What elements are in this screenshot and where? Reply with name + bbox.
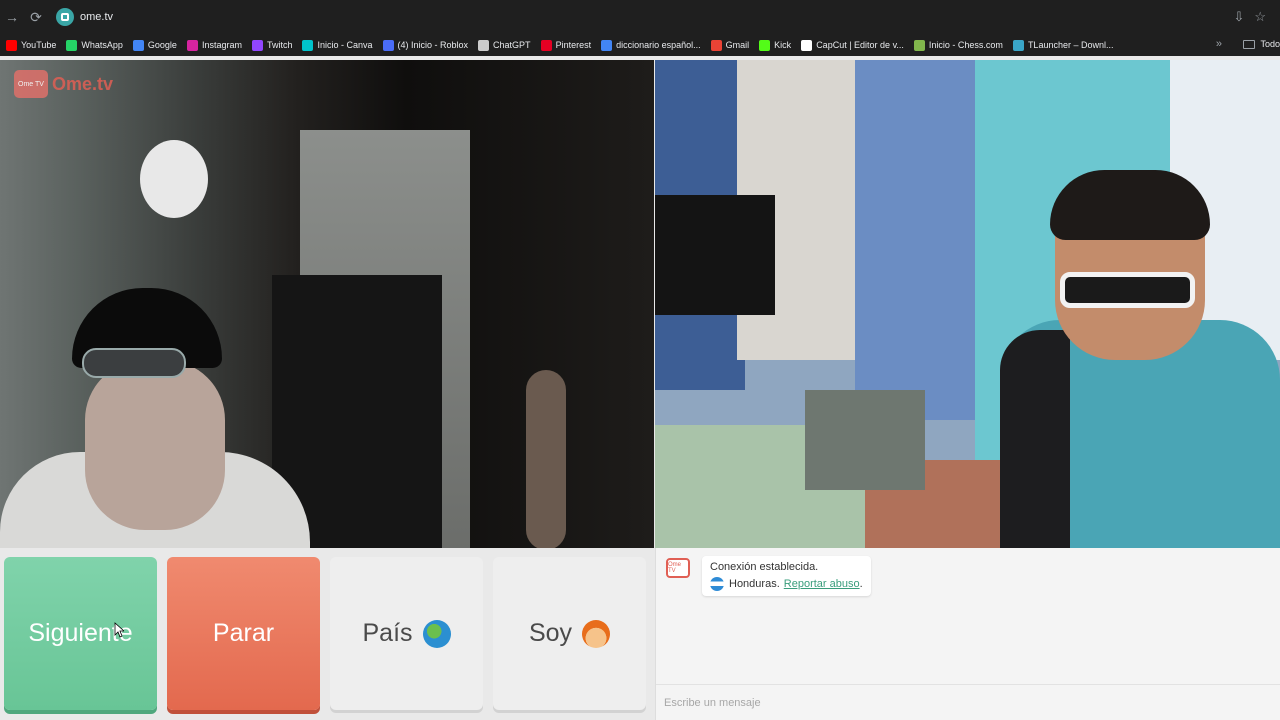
- url-text: ome.tv: [80, 11, 114, 23]
- bookmark-label: TLauncher – Downl...: [1027, 40, 1114, 50]
- bookmark-item[interactable]: Pinterest: [540, 39, 592, 51]
- bookmark-favicon-icon: [186, 39, 198, 51]
- bookmark-favicon-icon: [540, 39, 552, 51]
- honduras-flag-icon: [710, 577, 724, 591]
- gender-label: Soy: [528, 619, 573, 647]
- folder-icon: [1243, 39, 1256, 49]
- bookmark-label: (4) Inicio - Roblox: [397, 40, 469, 50]
- country-label: País: [362, 619, 413, 647]
- bookmark-label: Kick: [774, 40, 792, 50]
- bookmark-item[interactable]: Instagram: [186, 39, 242, 51]
- bookmark-label: Instagram: [201, 40, 242, 50]
- report-suffix: .: [859, 578, 863, 590]
- ome-tv-logo[interactable]: Ome TV Ome.tv: [14, 70, 113, 98]
- bookmark-item[interactable]: (4) Inicio - Roblox: [382, 39, 469, 51]
- browser-toolbar: → ⟳ ome.tv ⇩ ☆: [0, 0, 1280, 34]
- bookmark-item[interactable]: ChatGPT: [478, 39, 531, 51]
- address-bar[interactable]: ome.tv: [56, 4, 1233, 30]
- bookmark-label: Inicio - Canva: [317, 40, 373, 50]
- page: Ome TV Ome.tv Siguiente Parar País Soy O…: [0, 56, 1280, 720]
- more-bookmarks-icon[interactable]: »: [1216, 38, 1222, 50]
- forward-icon[interactable]: →: [0, 5, 24, 29]
- partner-country: Honduras.: [729, 578, 780, 590]
- stop-button[interactable]: Parar: [167, 557, 320, 710]
- mouse-pointer-icon: [114, 622, 124, 638]
- gender-button[interactable]: Soy: [493, 557, 646, 710]
- bookmark-item[interactable]: Inicio - Canva: [302, 39, 373, 51]
- bookmark-favicon-icon: [251, 39, 263, 51]
- bookmark-favicon-icon: [913, 39, 925, 51]
- bookmark-item[interactable]: YouTube: [6, 39, 57, 51]
- bookmark-favicon-icon: [66, 39, 78, 51]
- bookmark-item[interactable]: TLauncher – Downl...: [1012, 39, 1114, 51]
- bookmark-item[interactable]: Inicio - Chess.com: [913, 39, 1003, 51]
- bookmark-label: Inicio - Chess.com: [928, 40, 1003, 50]
- message-input[interactable]: [656, 684, 1280, 720]
- bookmarks-bar: YouTube WhatsApp Google Instagram Twitch Inic…: [0, 34, 1280, 56]
- bookmark-label: CapCut | Editor de v...: [816, 40, 904, 50]
- system-message: Conexión establecida. Honduras. Reportar…: [702, 556, 871, 596]
- bookmark-label: YouTube: [21, 40, 57, 50]
- remote-video: [655, 60, 1280, 548]
- bookmark-item[interactable]: Gmail: [710, 39, 750, 51]
- bookmark-favicon-icon: [382, 39, 394, 51]
- bookmark-favicon-icon: [1012, 39, 1024, 51]
- tv-logo-icon: Ome TV: [14, 70, 48, 98]
- connection-status: Conexión establecida.: [710, 561, 819, 573]
- logo-name: Ome.tv: [52, 73, 114, 94]
- bookmark-label: WhatsApp: [81, 40, 123, 50]
- all-bookmarks-folder[interactable]: Todo: [1243, 39, 1280, 49]
- local-video: Ome TV Ome.tv: [0, 60, 654, 548]
- bookmark-favicon-icon: [710, 39, 722, 51]
- bookmark-item[interactable]: Kick: [759, 39, 792, 51]
- bookmark-star-icon[interactable]: ☆: [1254, 9, 1266, 25]
- bookmark-favicon-icon: [302, 39, 314, 51]
- bookmark-label: Gmail: [725, 40, 750, 50]
- bookmark-favicon-icon: [6, 39, 17, 51]
- country-button[interactable]: País: [330, 557, 483, 710]
- bookmark-label: diccionario español...: [616, 40, 701, 50]
- bookmark-favicon-icon: [132, 39, 144, 51]
- site-favicon-icon: [56, 8, 74, 26]
- bookmark-favicon-icon: [601, 39, 613, 51]
- next-button[interactable]: Siguiente: [4, 557, 157, 710]
- report-abuse-link[interactable]: Reportar abuso: [784, 578, 860, 590]
- bookmark-label: Google: [147, 40, 177, 50]
- chat-tv-logo-icon: Ome TV: [666, 558, 690, 578]
- bookmark-item[interactable]: Twitch: [251, 39, 293, 51]
- bookmark-favicon-icon: [478, 39, 490, 51]
- bookmark-item[interactable]: WhatsApp: [66, 39, 123, 51]
- boy-face-icon: [582, 619, 611, 648]
- bookmark-label: ChatGPT: [493, 40, 531, 50]
- bookmark-item[interactable]: Google: [132, 39, 177, 51]
- bookmark-item[interactable]: diccionario español...: [601, 39, 701, 51]
- stop-label: Parar: [212, 619, 275, 647]
- bookmark-favicon-icon: [759, 39, 771, 51]
- reload-icon[interactable]: ⟳: [24, 5, 48, 29]
- bookmark-label: Twitch: [266, 40, 293, 50]
- install-app-icon[interactable]: ⇩: [1233, 9, 1244, 25]
- globe-icon: [422, 619, 451, 648]
- bookmark-label: Pinterest: [555, 40, 592, 50]
- bookmark-favicon-icon: [801, 39, 813, 51]
- control-buttons: Siguiente Parar País Soy: [0, 548, 654, 720]
- bookmark-item[interactable]: CapCut | Editor de v...: [801, 39, 904, 51]
- chat-panel: Ome TV Conexión establecida. Honduras. R…: [655, 548, 1280, 720]
